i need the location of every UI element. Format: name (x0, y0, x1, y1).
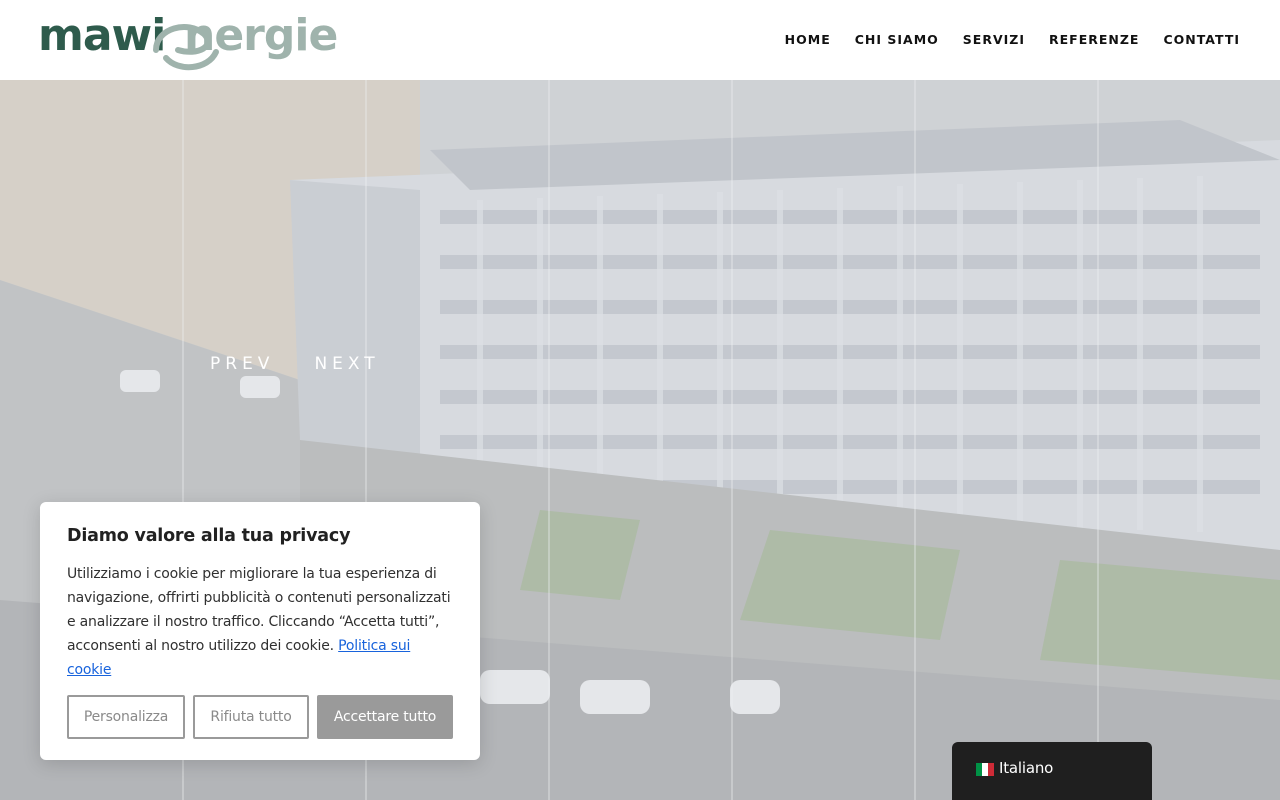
cookie-description: Utilizziamo i cookie per migliorare la t… (67, 562, 453, 682)
italy-flag-icon (976, 763, 994, 776)
reject-all-button[interactable]: Rifiuta tutto (193, 695, 309, 739)
logo-text-nergie: nergie (184, 10, 338, 61)
language-label: Italiano (999, 759, 1054, 777)
cookie-title: Diamo valore alla tua privacy (67, 526, 351, 546)
slider-nav: PREV NEXT (210, 354, 380, 374)
nav-item-servizi[interactable]: SERVIZI (963, 30, 1025, 50)
slider-next-button[interactable]: NEXT (314, 354, 379, 374)
nav-item-referenze[interactable]: REFERENZE (1049, 30, 1139, 50)
mawi-energie-logo[interactable]: mawi nergie (38, 6, 348, 72)
cookie-consent-banner: Diamo valore alla tua privacy Utilizziam… (40, 502, 480, 760)
accept-all-button[interactable]: Accettare tutto (317, 695, 453, 739)
customize-button[interactable]: Personalizza (67, 695, 185, 739)
cookie-buttons: Personalizza Rifiuta tutto Accettare tut… (67, 695, 453, 739)
slider-prev-button[interactable]: PREV (210, 354, 274, 374)
site-header: mawi nergie HOME CHI SIAMO SERVIZI REFER… (0, 0, 1280, 80)
main-nav: HOME CHI SIAMO SERVIZI REFERENZE CONTATT… (785, 30, 1240, 50)
nav-item-contatti[interactable]: CONTATTI (1163, 30, 1240, 50)
nav-item-chi-siamo[interactable]: CHI SIAMO (855, 30, 939, 50)
language-switcher[interactable]: Italiano (952, 742, 1152, 800)
nav-item-home[interactable]: HOME (785, 30, 831, 50)
